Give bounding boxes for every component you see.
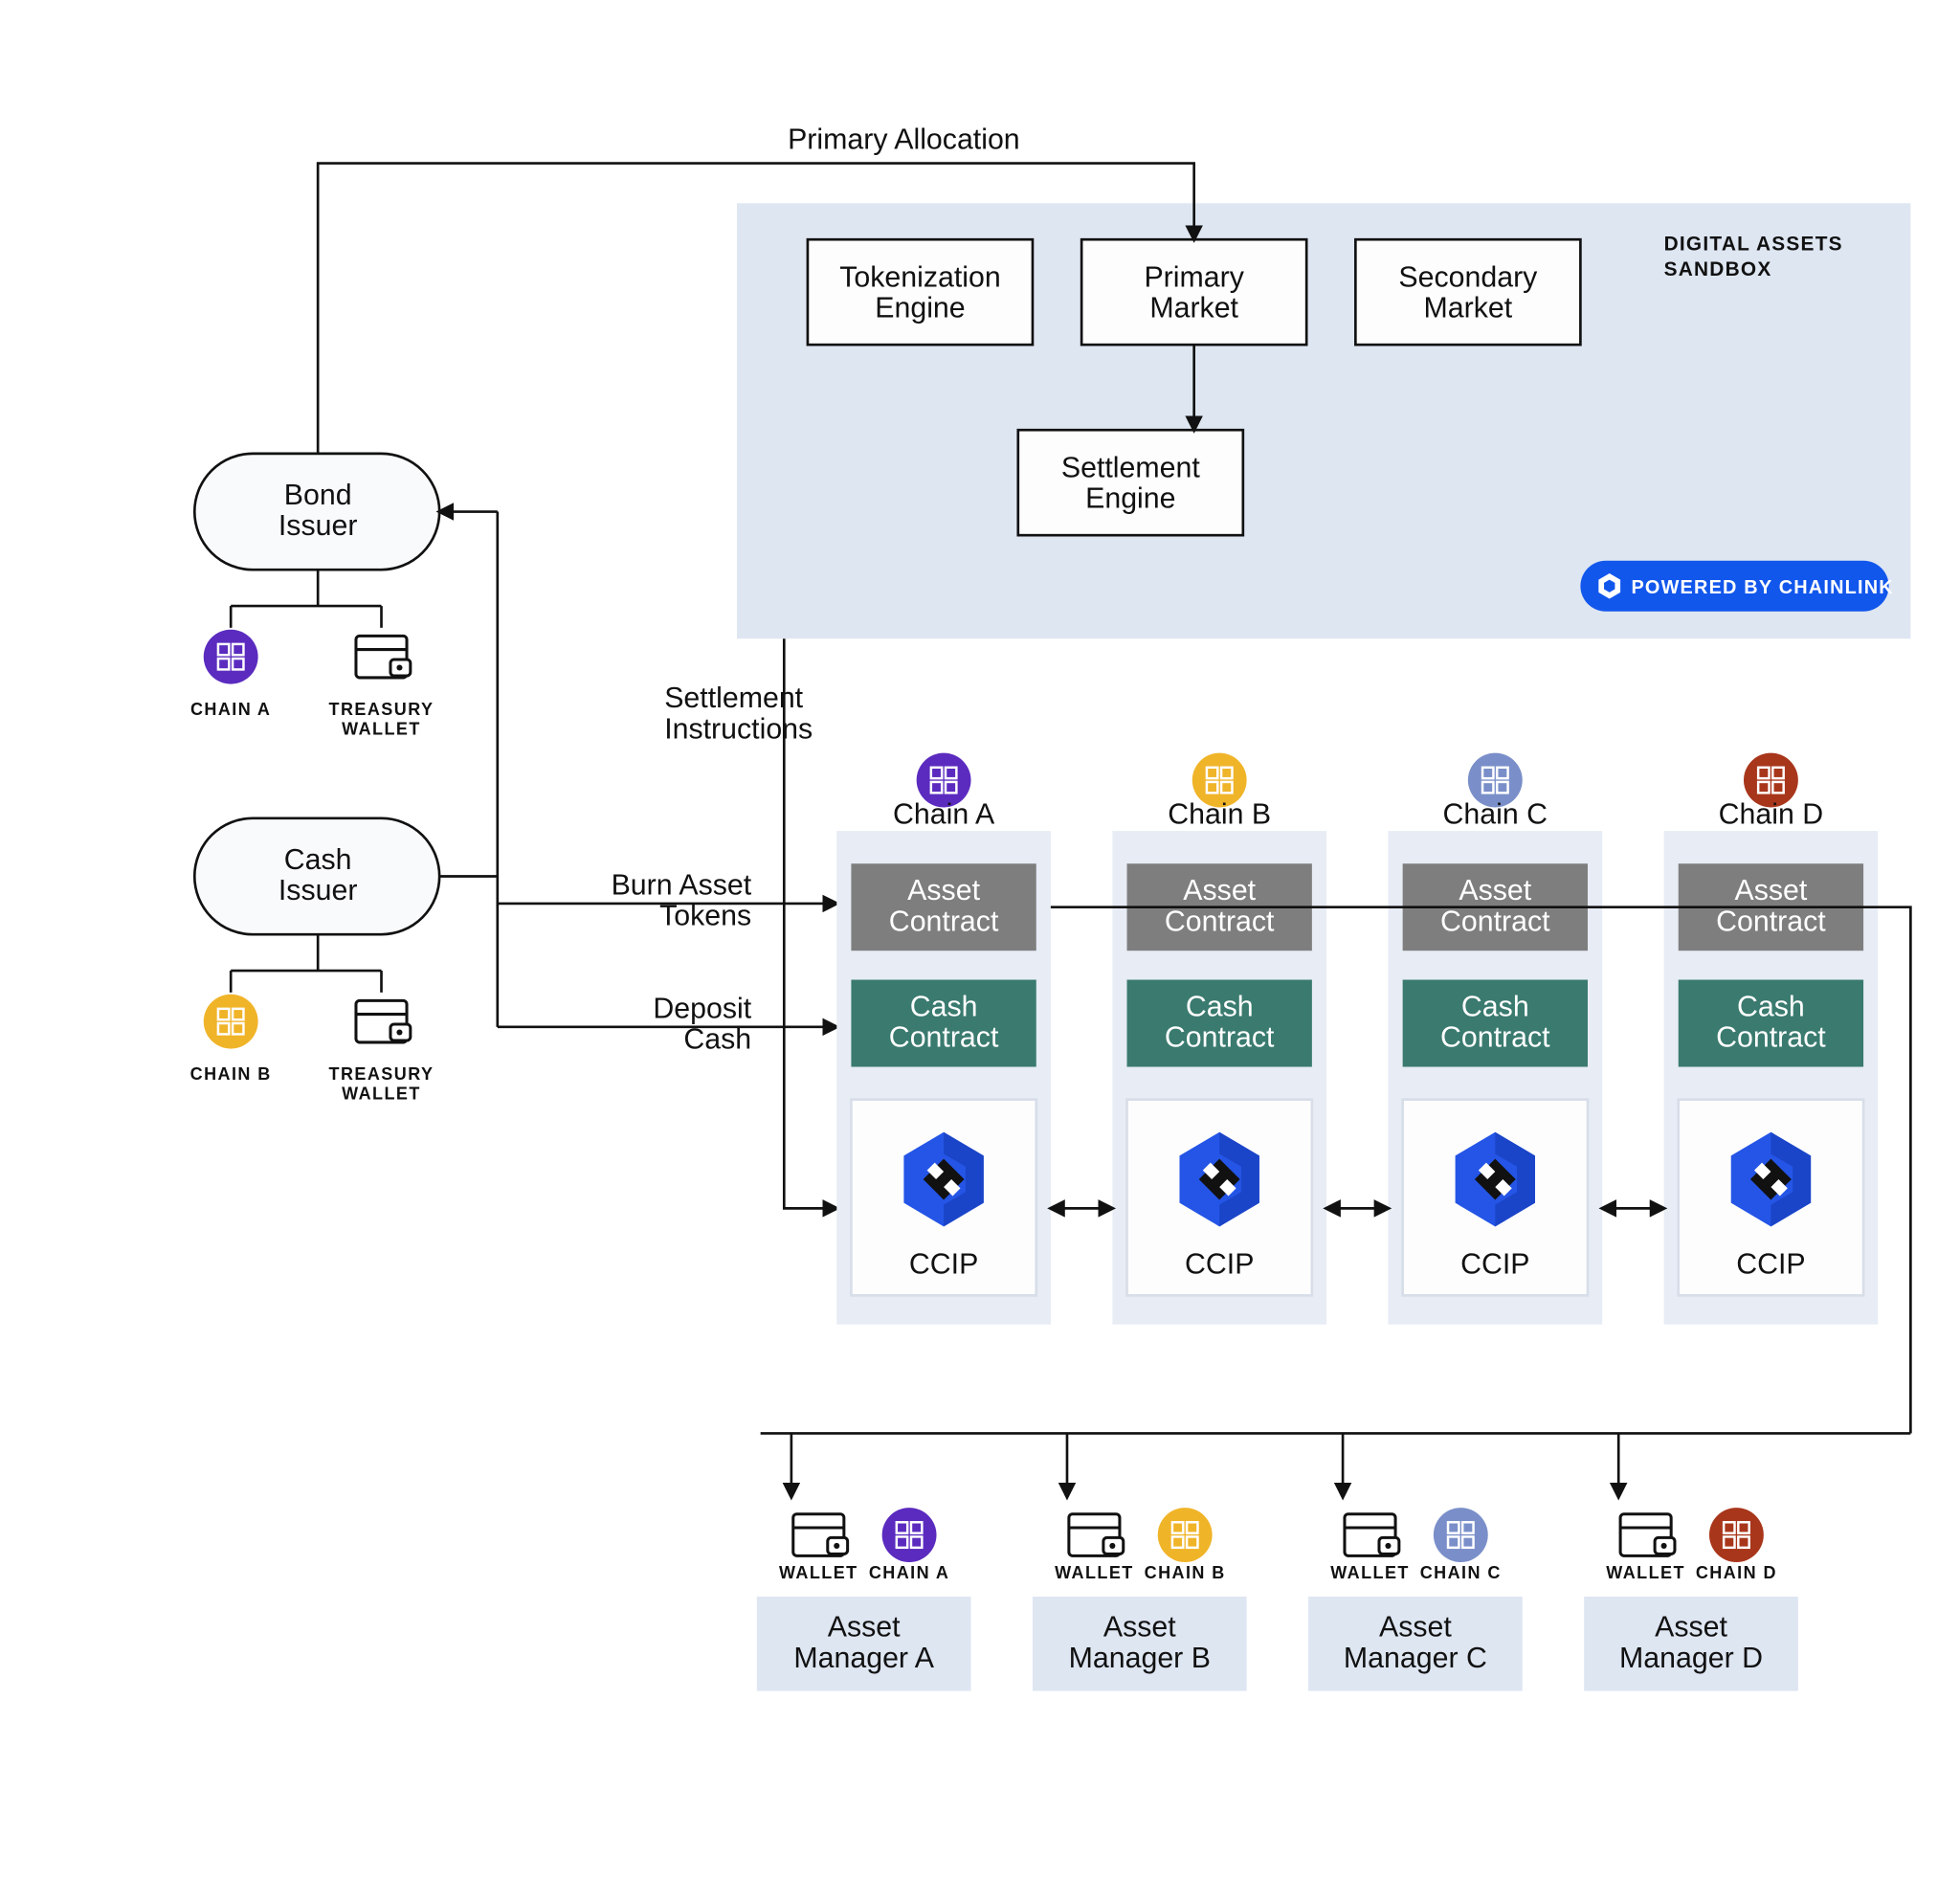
manager-chain-icon [1434,1508,1488,1562]
cash-issuer-label: CashIssuer [278,844,358,906]
manager-chain-icon [1709,1508,1764,1562]
primary-allocation-label: Primary Allocation [788,123,1020,155]
manager-chain-label: CHAIN D [1696,1563,1777,1582]
ccip-label: CCIP [1185,1249,1254,1281]
chain-name: Chain A [893,799,995,831]
manager-wallet-label: WALLET [1330,1563,1410,1582]
burn-asset-tokens-label: Burn AssetTokens [612,869,752,931]
manager-chain-label: CHAIN A [869,1563,949,1582]
manager-wallet-icon [1345,1514,1399,1556]
primary-market-label: PrimaryMarket [1144,261,1244,324]
cash-chain-icon [204,995,258,1049]
manager-chain-label: CHAIN B [1145,1563,1226,1582]
manager-chain-icon [1158,1508,1213,1562]
chain-name: Chain D [1719,799,1824,831]
deposit-cash-label: DepositCash [653,993,751,1055]
bond-chain-label: CHAIN A [190,700,271,719]
bond-chain-icon [204,630,258,684]
manager-wallet-icon [793,1514,848,1556]
bond-wallet-label: TREASURYWALLET [329,700,434,739]
settlement-instructions-label: SettlementInstructions [664,682,813,745]
manager-wallet-icon [1069,1514,1124,1556]
ccip-label: CCIP [909,1249,978,1281]
chain-name: Chain B [1168,799,1271,831]
bond-issuer-label: BondIssuer [278,480,358,542]
cash-wallet-icon [356,1000,411,1042]
cash-chain-label: CHAIN B [190,1064,272,1084]
manager-wallet-label: WALLET [779,1563,858,1582]
manager-wallet-icon [1620,1514,1675,1556]
ccip-label: CCIP [1460,1249,1529,1281]
cash-wallet-label: TREASURYWALLET [329,1064,434,1104]
manager-wallet-label: WALLET [1606,1563,1685,1582]
powered-badge-text: POWERED BY CHAINLINK [1631,577,1893,598]
diagram-canvas: DIGITAL ASSETSSANDBOX TokenizationEngine… [0,0,1960,1874]
bond-wallet-icon [356,636,411,678]
manager-wallet-label: WALLET [1055,1563,1134,1582]
manager-chain-icon [882,1508,937,1562]
ccip-label: CCIP [1736,1249,1805,1281]
chain-name: Chain C [1443,799,1548,831]
manager-chain-label: CHAIN C [1420,1563,1502,1582]
